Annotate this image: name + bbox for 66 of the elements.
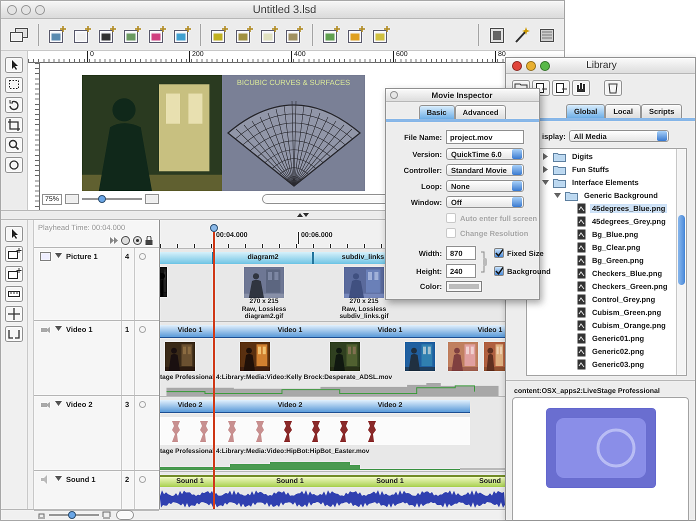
disclosure-triangle[interactable] bbox=[55, 325, 62, 332]
slider[interactable] bbox=[49, 510, 99, 520]
file-icon bbox=[577, 346, 586, 357]
disclosure-triangle[interactable] bbox=[55, 475, 62, 482]
link-bracket-icon[interactable] bbox=[480, 249, 488, 275]
close-button[interactable] bbox=[512, 60, 522, 70]
color-swatch[interactable] bbox=[446, 281, 482, 292]
document-plus-icon[interactable] bbox=[552, 80, 570, 96]
file-icon bbox=[577, 268, 586, 279]
clipboard-icon[interactable] bbox=[488, 26, 506, 44]
zoom-out-icon[interactable] bbox=[37, 511, 46, 519]
folder-icon bbox=[553, 151, 566, 162]
file-icon bbox=[577, 320, 586, 331]
disclosure-triangle[interactable] bbox=[554, 192, 561, 199]
move-icon[interactable] bbox=[5, 306, 23, 322]
image-icon bbox=[40, 252, 51, 261]
zoom-button[interactable] bbox=[540, 60, 550, 70]
checkbox[interactable] bbox=[494, 248, 504, 258]
zoom-out-button[interactable] bbox=[65, 194, 80, 204]
camera-icon bbox=[40, 325, 51, 334]
checkbox[interactable] bbox=[494, 266, 504, 276]
eye-icon[interactable] bbox=[133, 236, 142, 244]
file-icon bbox=[577, 307, 586, 318]
window-title: Movie Inspector bbox=[430, 90, 494, 100]
disclosure-triangle[interactable] bbox=[55, 400, 62, 407]
camera-icon bbox=[40, 400, 51, 409]
crop-icon[interactable] bbox=[5, 117, 23, 133]
rotate-icon[interactable] bbox=[5, 97, 23, 113]
disclosure-triangle[interactable] bbox=[55, 252, 62, 259]
window-title: Untitled 3.lsd bbox=[252, 4, 318, 16]
marquee-icon[interactable] bbox=[5, 77, 23, 93]
lock-icon[interactable] bbox=[145, 236, 153, 244]
window-title: Library bbox=[585, 60, 618, 71]
file-icon bbox=[577, 294, 586, 305]
folder-icon bbox=[565, 190, 578, 201]
scrollbar[interactable] bbox=[116, 510, 134, 520]
file-icon bbox=[577, 203, 586, 214]
disclosure-triangle[interactable] bbox=[542, 179, 549, 186]
track-plus-icon[interactable] bbox=[5, 246, 23, 262]
zoom-in-icon[interactable] bbox=[102, 511, 111, 519]
circle-icon[interactable] bbox=[121, 236, 130, 244]
disclosure-triangle[interactable] bbox=[542, 153, 549, 160]
file-icon bbox=[577, 216, 586, 227]
file-icon bbox=[577, 229, 586, 240]
file-icon bbox=[577, 255, 586, 266]
zoom-in-button[interactable] bbox=[145, 194, 160, 204]
file-icon bbox=[577, 242, 586, 253]
track-plus-icon[interactable] bbox=[5, 266, 23, 282]
file-icon bbox=[577, 281, 586, 292]
document-plus-icon[interactable] bbox=[98, 26, 116, 44]
file-icon bbox=[577, 333, 586, 344]
ruler-icon[interactable] bbox=[5, 286, 23, 302]
folder-icon bbox=[553, 164, 566, 175]
file-icon bbox=[577, 359, 586, 370]
trash-icon[interactable] bbox=[604, 80, 622, 96]
windows-icon[interactable] bbox=[9, 26, 29, 44]
split-icon[interactable] bbox=[5, 326, 23, 342]
disclosure-triangle[interactable] bbox=[542, 166, 549, 173]
wand-icon[interactable] bbox=[513, 26, 531, 44]
search-icon[interactable] bbox=[5, 137, 23, 153]
minimize-button[interactable] bbox=[526, 60, 536, 70]
clip-segment[interactable] bbox=[160, 252, 214, 264]
slider[interactable] bbox=[82, 194, 142, 204]
folder-icon bbox=[553, 177, 566, 188]
fast-forward-icon[interactable] bbox=[110, 236, 118, 244]
scrollbar[interactable] bbox=[676, 149, 686, 375]
